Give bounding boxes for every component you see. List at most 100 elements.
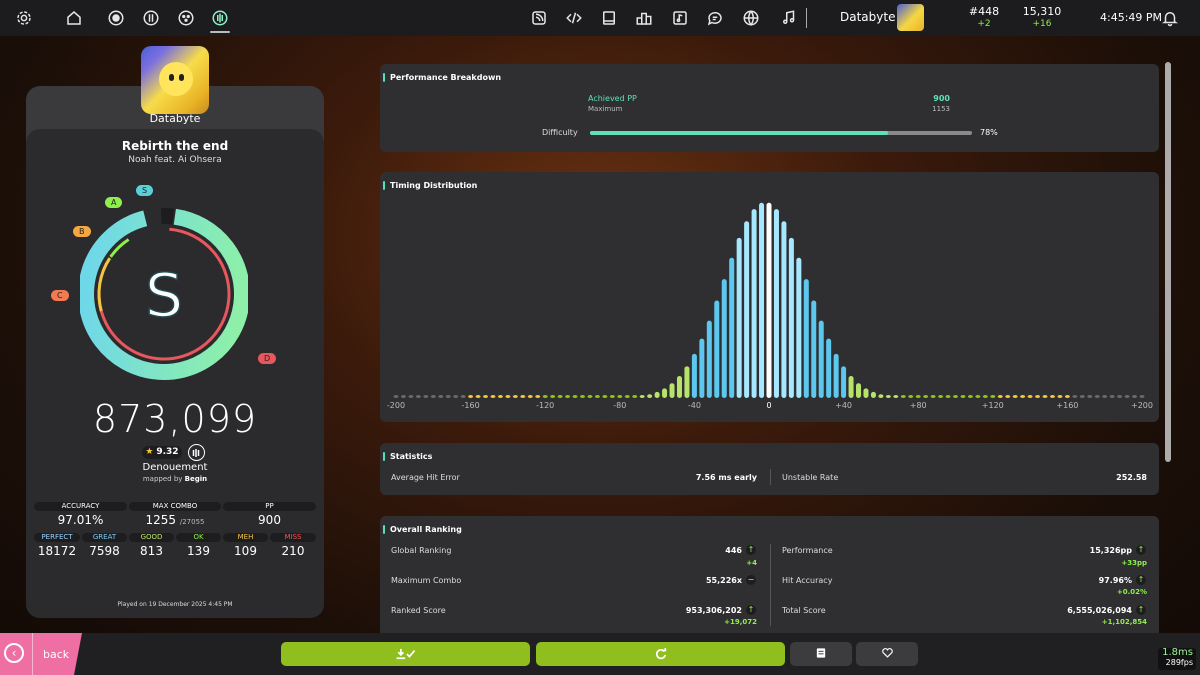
timing-bar — [885, 395, 891, 398]
results-scrollbar[interactable] — [1165, 62, 1171, 462]
toolbar-rank-value: #448 — [968, 5, 1000, 18]
wiki-book-icon[interactable] — [597, 6, 621, 30]
timing-bar — [1012, 395, 1018, 398]
timing-bar — [654, 391, 660, 398]
news-icon[interactable] — [527, 6, 551, 30]
timing-bar — [908, 395, 914, 398]
ranked-score-value: 953,306,202 — [685, 606, 742, 615]
timing-bar — [520, 395, 526, 398]
timing-bar — [647, 394, 653, 398]
timing-bar — [617, 395, 623, 398]
timing-x-tick: -120 — [536, 401, 554, 410]
timing-bar — [490, 395, 496, 398]
arrow-up-icon: ↑ — [1136, 545, 1146, 555]
ruleset-mania-icon[interactable] — [208, 6, 232, 30]
timing-bar — [445, 395, 451, 398]
now-playing-music-icon[interactable] — [777, 6, 801, 30]
timing-x-tick: +120 — [982, 401, 1004, 410]
timing-bar — [781, 221, 787, 398]
player-avatar[interactable] — [141, 46, 209, 114]
timing-bar — [1035, 395, 1041, 398]
global-ranking-delta: +4 — [746, 559, 757, 567]
timing-distribution-panel: Timing Distribution -200 -160 -120 -80 -40 0 +… — [380, 172, 1159, 422]
maximum-pp-value: 1153 — [932, 105, 950, 113]
timing-bar — [721, 279, 727, 398]
achieved-pp-value: 900 — [933, 94, 950, 103]
max-combo-rank-value: 55,226x — [705, 576, 742, 585]
statistics-divider — [770, 469, 771, 485]
toolbar-rank-delta: +2 — [977, 19, 991, 29]
timing-x-tick: +160 — [1056, 401, 1078, 410]
timing-bar — [1132, 395, 1138, 398]
timing-bar — [632, 395, 638, 398]
timing-bar — [594, 395, 600, 398]
timing-bar — [430, 395, 436, 398]
bell-icon[interactable] — [1158, 6, 1182, 30]
ruleset-catch-icon[interactable] — [174, 6, 198, 30]
accuracy-value: 97.01% — [57, 513, 104, 527]
unstable-rate-label: Unstable Rate — [782, 473, 839, 482]
max-combo-rank-label: Maximum Combo — [391, 576, 462, 585]
home-icon[interactable] — [62, 6, 86, 30]
timing-bar — [997, 395, 1003, 398]
timing-bar — [736, 237, 742, 398]
back-button-divider — [32, 633, 33, 675]
timing-bar — [1079, 395, 1085, 398]
mania-mod-icon[interactable] — [188, 444, 205, 461]
timing-bar — [423, 395, 429, 398]
timing-bar — [893, 395, 899, 398]
timing-bar — [766, 202, 772, 398]
favourite-button[interactable] — [856, 642, 918, 666]
mapper-name[interactable]: Begin — [185, 475, 207, 483]
timing-bar — [535, 395, 541, 398]
hit-accuracy-label: Hit Accuracy — [782, 576, 833, 585]
frame-time: 1.8ms — [1162, 647, 1193, 658]
chevron-left-icon[interactable]: ‹ — [4, 643, 24, 663]
arrow-up-icon: ↑ — [746, 605, 756, 615]
ruleset-taiko-icon[interactable] — [139, 6, 163, 30]
star-rating-pill: ★ 9.32 — [142, 446, 182, 459]
timing-bar — [1109, 395, 1115, 398]
back-label[interactable]: back — [43, 648, 69, 661]
ranked-score-delta: +19,072 — [724, 618, 757, 626]
timing-bar — [773, 209, 779, 398]
grade-badge-b: B — [73, 226, 91, 237]
judgement-great-count: 7598 — [89, 544, 120, 558]
timing-bar — [408, 395, 414, 398]
arrow-up-icon: ↑ — [1136, 605, 1146, 615]
timing-bar — [1102, 395, 1108, 398]
ruleset-osu-icon[interactable] — [104, 6, 128, 30]
code-icon[interactable] — [562, 6, 586, 30]
pp-value: 900 — [258, 513, 281, 527]
timing-bar — [438, 395, 444, 398]
arrow-up-icon: ↑ — [746, 545, 756, 555]
retry-button[interactable] — [536, 642, 785, 666]
retry-icon — [655, 648, 666, 660]
chat-icon[interactable] — [703, 6, 727, 30]
heart-icon — [881, 648, 893, 658]
timing-bar — [1049, 395, 1055, 398]
song-artist: Noah feat. Ai Ohsera — [128, 155, 222, 165]
timing-bar — [475, 395, 481, 398]
timing-bar — [878, 394, 884, 398]
timing-bar — [587, 395, 593, 398]
timing-bar — [460, 395, 466, 398]
beatmap-info-button[interactable] — [790, 642, 852, 666]
timing-bar — [483, 395, 489, 398]
beatmap-listing-icon[interactable] — [668, 6, 692, 30]
timing-bar — [609, 395, 615, 398]
gear-icon[interactable] — [12, 6, 36, 30]
player-name[interactable]: Databyte — [26, 112, 324, 125]
toolbar-username[interactable]: Databyte — [840, 10, 895, 24]
timing-bar — [938, 395, 944, 398]
ranking-divider — [770, 544, 771, 626]
globe-icon[interactable] — [739, 6, 763, 30]
download-replay-button[interactable] — [281, 642, 530, 666]
judgement-great-label: GREAT — [82, 533, 127, 542]
active-ruleset-indicator — [210, 31, 230, 33]
toolbar-avatar[interactable] — [897, 4, 924, 31]
timing-bar — [1139, 395, 1145, 398]
statistics-title: Statistics — [382, 452, 433, 461]
rankings-icon[interactable] — [632, 6, 656, 30]
timing-x-tick: -80 — [613, 401, 626, 410]
